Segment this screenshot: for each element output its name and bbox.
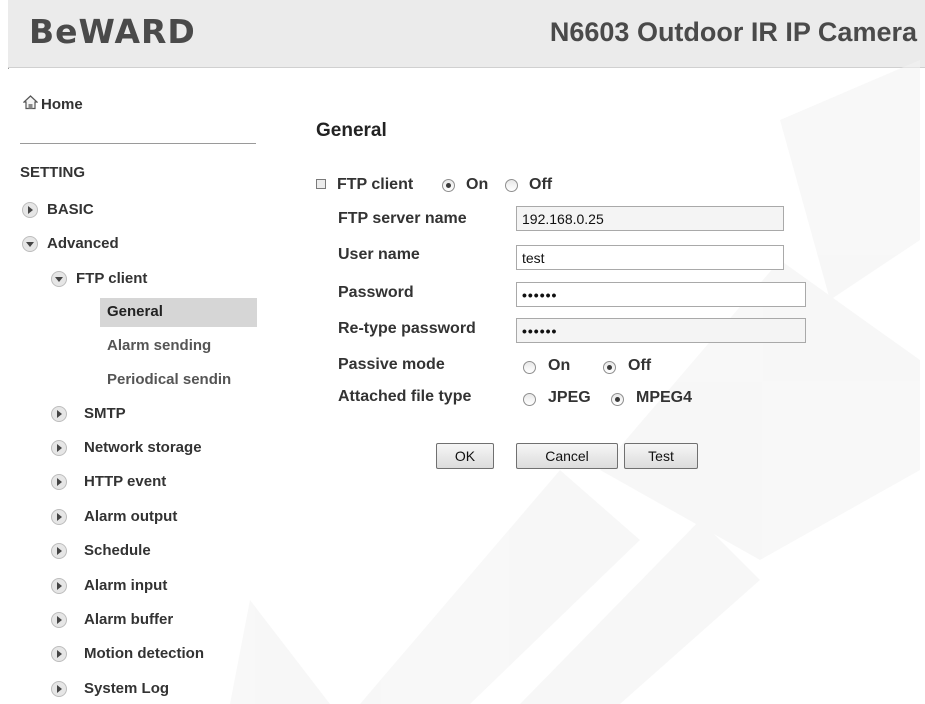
sidebar-item-advanced[interactable]: Advanced: [47, 235, 119, 252]
password-label: Password: [338, 284, 414, 301]
sidebar-item-network-storage[interactable]: Network storage: [84, 439, 202, 456]
retype-password-field[interactable]: ••••••: [516, 318, 806, 343]
expand-arrow-icon: [51, 406, 67, 422]
ftp-client-on-label: On: [466, 176, 489, 193]
expand-arrow-icon: [51, 646, 67, 662]
passive-off-radio[interactable]: [603, 361, 616, 374]
passive-on-radio[interactable]: [523, 361, 536, 374]
beward-logo: BeWARD: [29, 12, 196, 51]
sidebar-item-http-event[interactable]: HTTP event: [84, 473, 166, 490]
jpeg-label: JPEG: [548, 389, 591, 406]
passive-off-label: Off: [628, 357, 652, 374]
expand-arrow-icon: [22, 202, 38, 218]
ftp-client-off-label: Off: [529, 176, 553, 193]
product-title: N6603 Outdoor IR IP Camera: [549, 17, 917, 47]
expand-arrow-icon: [51, 578, 67, 594]
sidebar-item-smtp[interactable]: SMTP: [84, 405, 126, 422]
sidebar-item-alarm-output[interactable]: Alarm output: [84, 508, 177, 525]
user-name-field[interactable]: test: [516, 245, 784, 270]
sidebar-subitem-general[interactable]: General: [107, 303, 163, 320]
sidebar-subitem-periodical-sending[interactable]: Periodical sendin: [107, 371, 257, 388]
ftp-client-checkbox[interactable]: [316, 179, 326, 189]
ftp-server-name-label: FTP server name: [338, 210, 467, 227]
expand-arrow-icon: [51, 474, 67, 490]
cancel-button[interactable]: Cancel: [516, 443, 618, 469]
sidebar-item-schedule[interactable]: Schedule: [84, 542, 151, 559]
test-button[interactable]: Test: [624, 443, 698, 469]
header-bar: BeWARD N6603 Outdoor IR IP Camera: [8, 0, 925, 68]
ftp-client-label: FTP client: [337, 176, 414, 193]
page-title: General: [316, 120, 387, 141]
ftp-client-on-radio[interactable]: [442, 179, 455, 192]
attached-file-type-label: Attached file type: [338, 388, 472, 405]
passive-mode-label: Passive mode: [338, 356, 445, 373]
expand-arrow-icon: [51, 681, 67, 697]
home-label: Home: [41, 96, 83, 113]
sidebar-item-ftp-client[interactable]: FTP client: [76, 270, 147, 287]
home-link[interactable]: Home: [23, 95, 83, 113]
sidebar-item-alarm-input[interactable]: Alarm input: [84, 577, 167, 594]
passive-on-label: On: [548, 357, 571, 374]
sidebar-section-setting: SETTING: [20, 164, 86, 181]
user-name-label: User name: [338, 246, 420, 263]
sidebar-item-motion-detection[interactable]: Motion detection: [84, 645, 204, 662]
jpeg-radio[interactable]: [523, 393, 536, 406]
sidebar-divider: [20, 143, 256, 144]
expand-arrow-icon: [51, 612, 67, 628]
ok-button[interactable]: OK: [436, 443, 494, 469]
home-icon: [23, 95, 38, 110]
mpeg4-radio[interactable]: [611, 393, 624, 406]
sidebar-item-basic[interactable]: BASIC: [47, 201, 94, 218]
sidebar-item-alarm-buffer[interactable]: Alarm buffer: [84, 611, 173, 628]
mpeg4-label: MPEG4: [636, 389, 693, 406]
password-field[interactable]: ••••••: [516, 282, 806, 307]
sidebar-subitem-alarm-sending[interactable]: Alarm sending: [107, 337, 211, 354]
ftp-server-name-field[interactable]: 192.168.0.25: [516, 206, 784, 231]
expand-arrow-icon: [51, 509, 67, 525]
expand-arrow-icon: [51, 440, 67, 456]
sidebar-item-system-log[interactable]: System Log: [84, 680, 169, 697]
collapse-arrow-icon: [51, 271, 67, 287]
collapse-arrow-icon: [22, 236, 38, 252]
ftp-client-off-radio[interactable]: [505, 179, 518, 192]
retype-password-label: Re-type password: [338, 320, 476, 337]
expand-arrow-icon: [51, 543, 67, 559]
